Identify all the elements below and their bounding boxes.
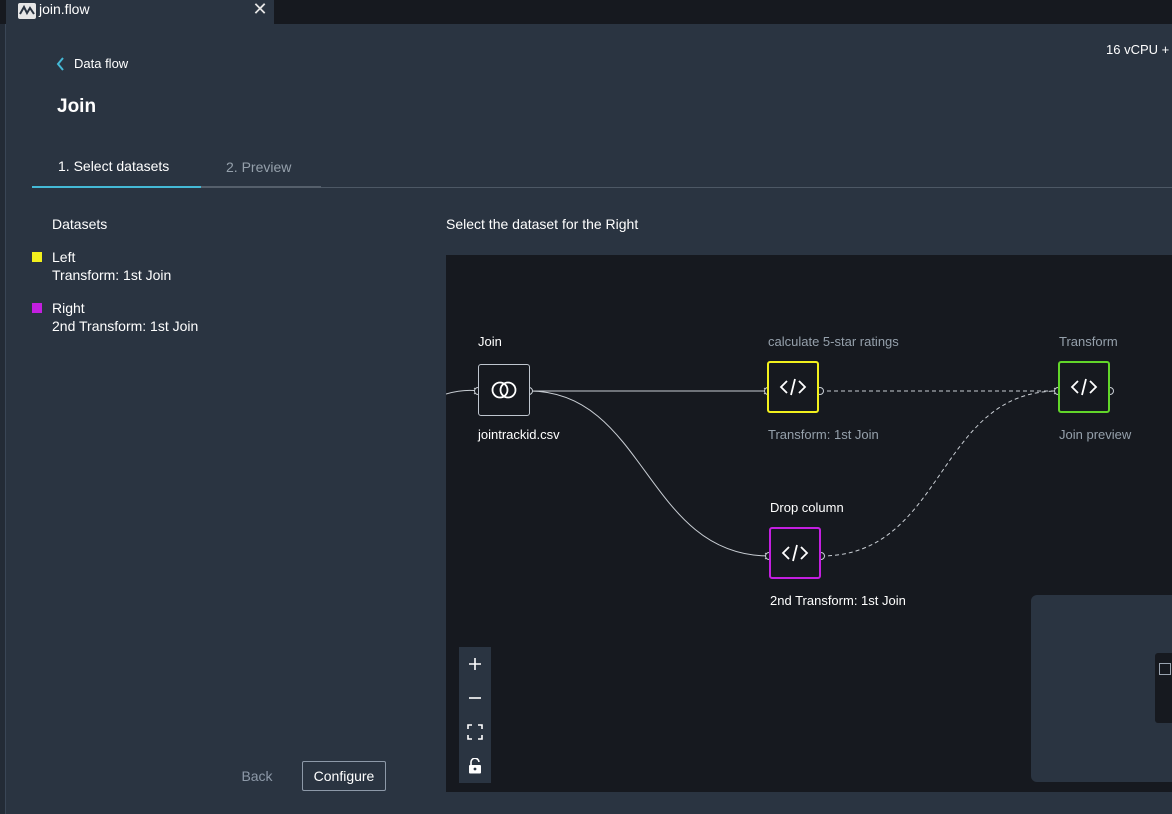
breadcrumb-data-flow[interactable]: Data flow	[56, 56, 128, 71]
datasets-heading: Datasets	[52, 216, 108, 232]
instance-type-label[interactable]: 16 vCPU +	[1106, 42, 1169, 57]
tab-label: 2. Preview	[226, 159, 292, 175]
page-title: Join	[57, 96, 97, 117]
node-transform[interactable]	[1058, 361, 1110, 413]
tab-title: join.flow	[39, 1, 90, 17]
node-ratings-source: Transform: 1st Join	[768, 427, 879, 442]
edge-join-drop	[528, 390, 770, 557]
node-join-title: Join	[478, 334, 502, 349]
close-icon[interactable]: ✕	[248, 0, 272, 20]
minimap-checkbox[interactable]	[1159, 663, 1171, 675]
node-drop-title: Drop column	[770, 500, 844, 515]
configure-button[interactable]: Configure	[302, 761, 386, 791]
node-ratings[interactable]	[767, 361, 819, 413]
zoom-out-icon	[469, 697, 481, 699]
app-window: join.flow ✕ 16 vCPU + Data flow Join 1. …	[0, 0, 1172, 814]
node-join-source: jointrackid.csv	[478, 427, 560, 442]
minimap-viewport[interactable]	[1155, 653, 1172, 723]
dataset-label: Right	[52, 300, 85, 316]
flow-logo-icon	[18, 3, 36, 19]
tab-label: 1. Select datasets	[58, 158, 170, 174]
zoom-controls	[459, 647, 491, 783]
tab-select-datasets[interactable]: 1. Select datasets	[32, 150, 201, 188]
join-icon	[491, 381, 517, 399]
zoom-in-button[interactable]	[459, 647, 491, 681]
node-join[interactable]	[478, 364, 530, 416]
lock-button[interactable]	[459, 749, 491, 783]
dataset-source: 2nd Transform: 1st Join	[52, 318, 199, 334]
code-icon	[781, 544, 809, 562]
zoom-out-button[interactable]	[459, 681, 491, 715]
chevron-left-icon	[56, 56, 64, 71]
node-transform-source: Join preview	[1059, 427, 1132, 442]
left-rail	[0, 24, 6, 814]
breadcrumb-label: Data flow	[74, 56, 129, 71]
minimap[interactable]	[1031, 595, 1172, 782]
tab-preview[interactable]: 2. Preview	[201, 150, 321, 188]
dataset-color-swatch	[32, 303, 42, 313]
fit-view-button[interactable]	[459, 715, 491, 749]
zoom-in-icon	[469, 658, 481, 670]
dataset-label: Left	[52, 249, 76, 265]
node-drop-column[interactable]	[769, 527, 821, 579]
node-transform-title: Transform	[1059, 334, 1118, 349]
dataset-source: Transform: 1st Join	[52, 267, 172, 283]
code-icon	[1070, 378, 1098, 396]
code-icon	[779, 378, 807, 396]
dataset-color-swatch	[32, 252, 42, 262]
edge-drop-transform	[820, 390, 1059, 557]
file-tab[interactable]: join.flow ✕	[6, 0, 274, 24]
node-drop-source: 2nd Transform: 1st Join	[770, 593, 906, 608]
fit-view-icon	[467, 724, 483, 740]
wizard-tabs: 1. Select datasets 2. Preview	[32, 150, 1172, 188]
canvas-heading: Select the dataset for the Right	[446, 216, 639, 232]
back-button[interactable]: Back	[228, 761, 286, 791]
tab-bar: join.flow ✕	[0, 0, 1172, 24]
edge-incoming	[446, 389, 479, 395]
lock-icon	[469, 758, 481, 774]
node-ratings-title: calculate 5-star ratings	[768, 334, 899, 349]
flow-canvas[interactable]: Join jointrackid.csv calculate 5-star ra…	[446, 255, 1172, 792]
